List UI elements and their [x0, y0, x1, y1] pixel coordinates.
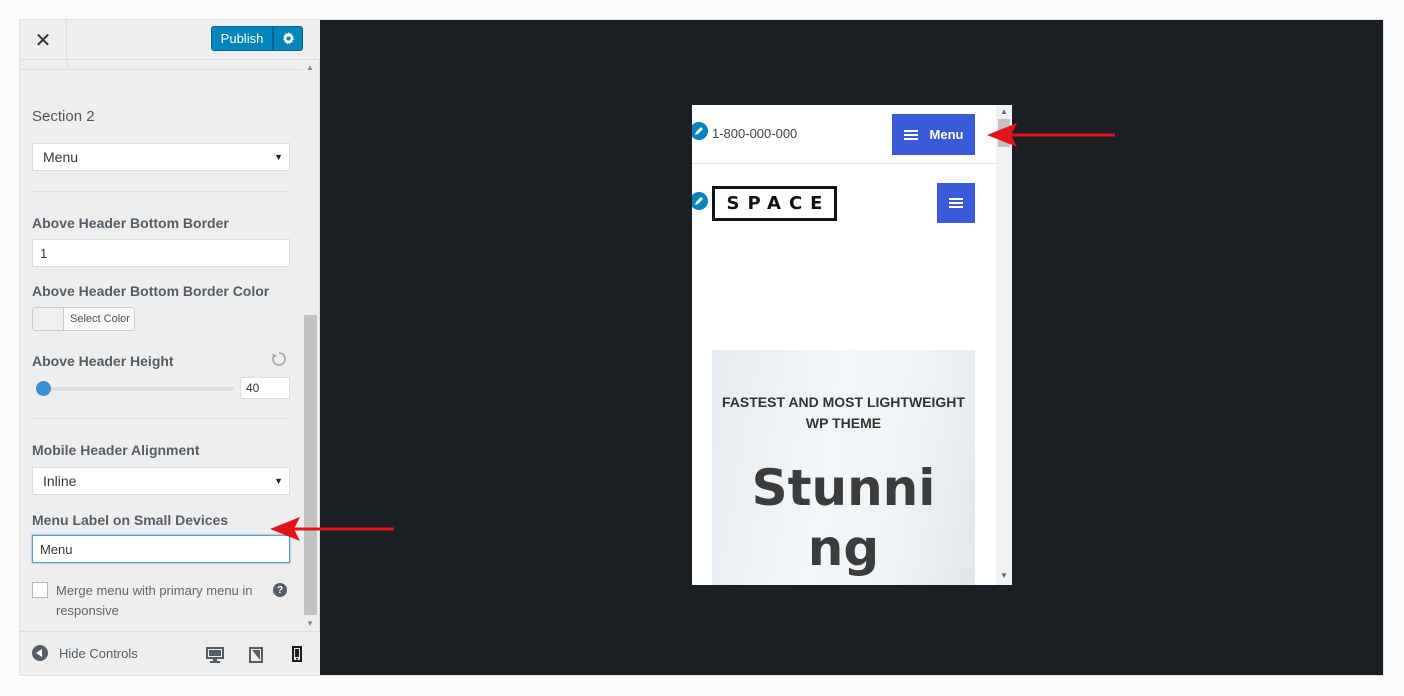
merge-menu-label: Merge menu with primary menu in responsi…: [56, 583, 253, 618]
hero-section: FASTEST AND MOST LIGHTWEIGHT WP THEME St…: [712, 350, 975, 585]
scroll-up-arrow[interactable]: ▲: [306, 63, 314, 72]
pencil-icon: [695, 197, 703, 205]
tablet-icon: [249, 647, 263, 663]
annotation-arrow: [987, 123, 1115, 147]
above-header: 1-800-000-000 Menu: [692, 105, 996, 164]
above-header-menu-button[interactable]: Menu: [892, 114, 975, 155]
customizer-window: ✕ Publish Section 2 Menu ▼ Above Header: [19, 19, 1384, 676]
hamburger-icon: [903, 129, 918, 140]
primary-menu-toggle[interactable]: [937, 183, 975, 223]
menu-button-label: Menu: [929, 127, 964, 142]
hero-subtitle: FASTEST AND MOST LIGHTWEIGHT WP THEME: [722, 394, 965, 431]
preview-mobile-button[interactable]: [277, 632, 317, 675]
scroll-down-arrow[interactable]: ▼: [1000, 571, 1008, 580]
section-tabs: [20, 61, 302, 70]
bottom-border-label: Above Header Bottom Border: [32, 215, 229, 231]
controls-panel: Section 2 Menu ▼ Above Header Bottom Bor…: [20, 61, 320, 631]
bottom-border-input[interactable]: 1: [32, 239, 290, 267]
edit-shortcut-button[interactable]: [692, 190, 710, 212]
hamburger-icon: [949, 198, 963, 208]
menu-label-input[interactable]: Menu: [32, 535, 290, 563]
help-icon[interactable]: ?: [273, 583, 287, 597]
publish-settings-button[interactable]: [273, 26, 303, 51]
hero-title: Stunning: [751, 459, 936, 577]
mobile-alignment-select[interactable]: Inline ▼: [32, 467, 290, 495]
hide-controls-label: Hide Controls: [59, 645, 138, 661]
preview-tablet-button[interactable]: [236, 632, 276, 675]
section-2-select-value: Menu: [43, 149, 79, 165]
gear-icon: [282, 32, 294, 45]
close-customizer-button[interactable]: ✕: [20, 20, 67, 60]
select-color-label: Select Color: [70, 313, 130, 325]
annotation-arrow: [270, 517, 394, 541]
preview-desktop-button[interactable]: [195, 632, 235, 675]
scrollbar-thumb[interactable]: [304, 315, 317, 615]
site-logo[interactable]: SPACE: [712, 186, 837, 221]
preview-scrollbar[interactable]: ▲ ▼: [996, 105, 1012, 585]
phone-number: 1-800-000-000: [712, 126, 798, 141]
controls-scrollbar[interactable]: ▲ ▼: [302, 61, 319, 631]
chevron-down-icon: ▼: [274, 476, 283, 486]
hide-controls-button[interactable]: Hide Controls: [32, 645, 138, 661]
collapse-arrow-icon: [32, 645, 48, 661]
pencil-icon: [695, 127, 703, 135]
color-swatch: [33, 308, 64, 330]
header-height-slider-handle[interactable]: [36, 381, 51, 396]
section-2-label: Section 2: [32, 108, 95, 125]
select-color-button[interactable]: Select Color: [32, 307, 135, 331]
header-height-slider-track[interactable]: [41, 387, 234, 391]
mobile-preview: 1-800-000-000 Menu SPACE FASTEST AND MOS…: [692, 105, 1012, 585]
scroll-up-arrow[interactable]: ▲: [1000, 107, 1008, 116]
reset-icon[interactable]: [271, 351, 287, 367]
bottom-border-color-label: Above Header Bottom Border Color: [32, 283, 270, 299]
customizer-footer: Hide Controls: [20, 631, 320, 675]
scroll-down-arrow[interactable]: ▼: [306, 619, 314, 628]
close-icon: ✕: [34, 28, 52, 52]
merge-menu-checkbox[interactable]: [32, 582, 48, 598]
mobile-icon: [292, 645, 302, 662]
divider: [32, 418, 289, 419]
publish-button[interactable]: Publish: [211, 26, 273, 51]
header-height-input[interactable]: 40: [240, 377, 290, 399]
customizer-header: ✕ Publish: [20, 20, 320, 60]
mobile-alignment-select-value: Inline: [43, 473, 77, 489]
customizer-sidebar: ✕ Publish Section 2 Menu ▼ Above Header: [20, 20, 320, 675]
mobile-alignment-label: Mobile Header Alignment: [32, 442, 200, 458]
desktop-icon: [206, 647, 224, 663]
chevron-down-icon: ▼: [274, 152, 283, 162]
section-2-select[interactable]: Menu ▼: [32, 143, 290, 171]
header-height-label: Above Header Height: [32, 353, 174, 369]
divider: [32, 191, 289, 192]
menu-label-label: Menu Label on Small Devices: [32, 512, 229, 528]
edit-shortcut-button[interactable]: [692, 120, 710, 142]
